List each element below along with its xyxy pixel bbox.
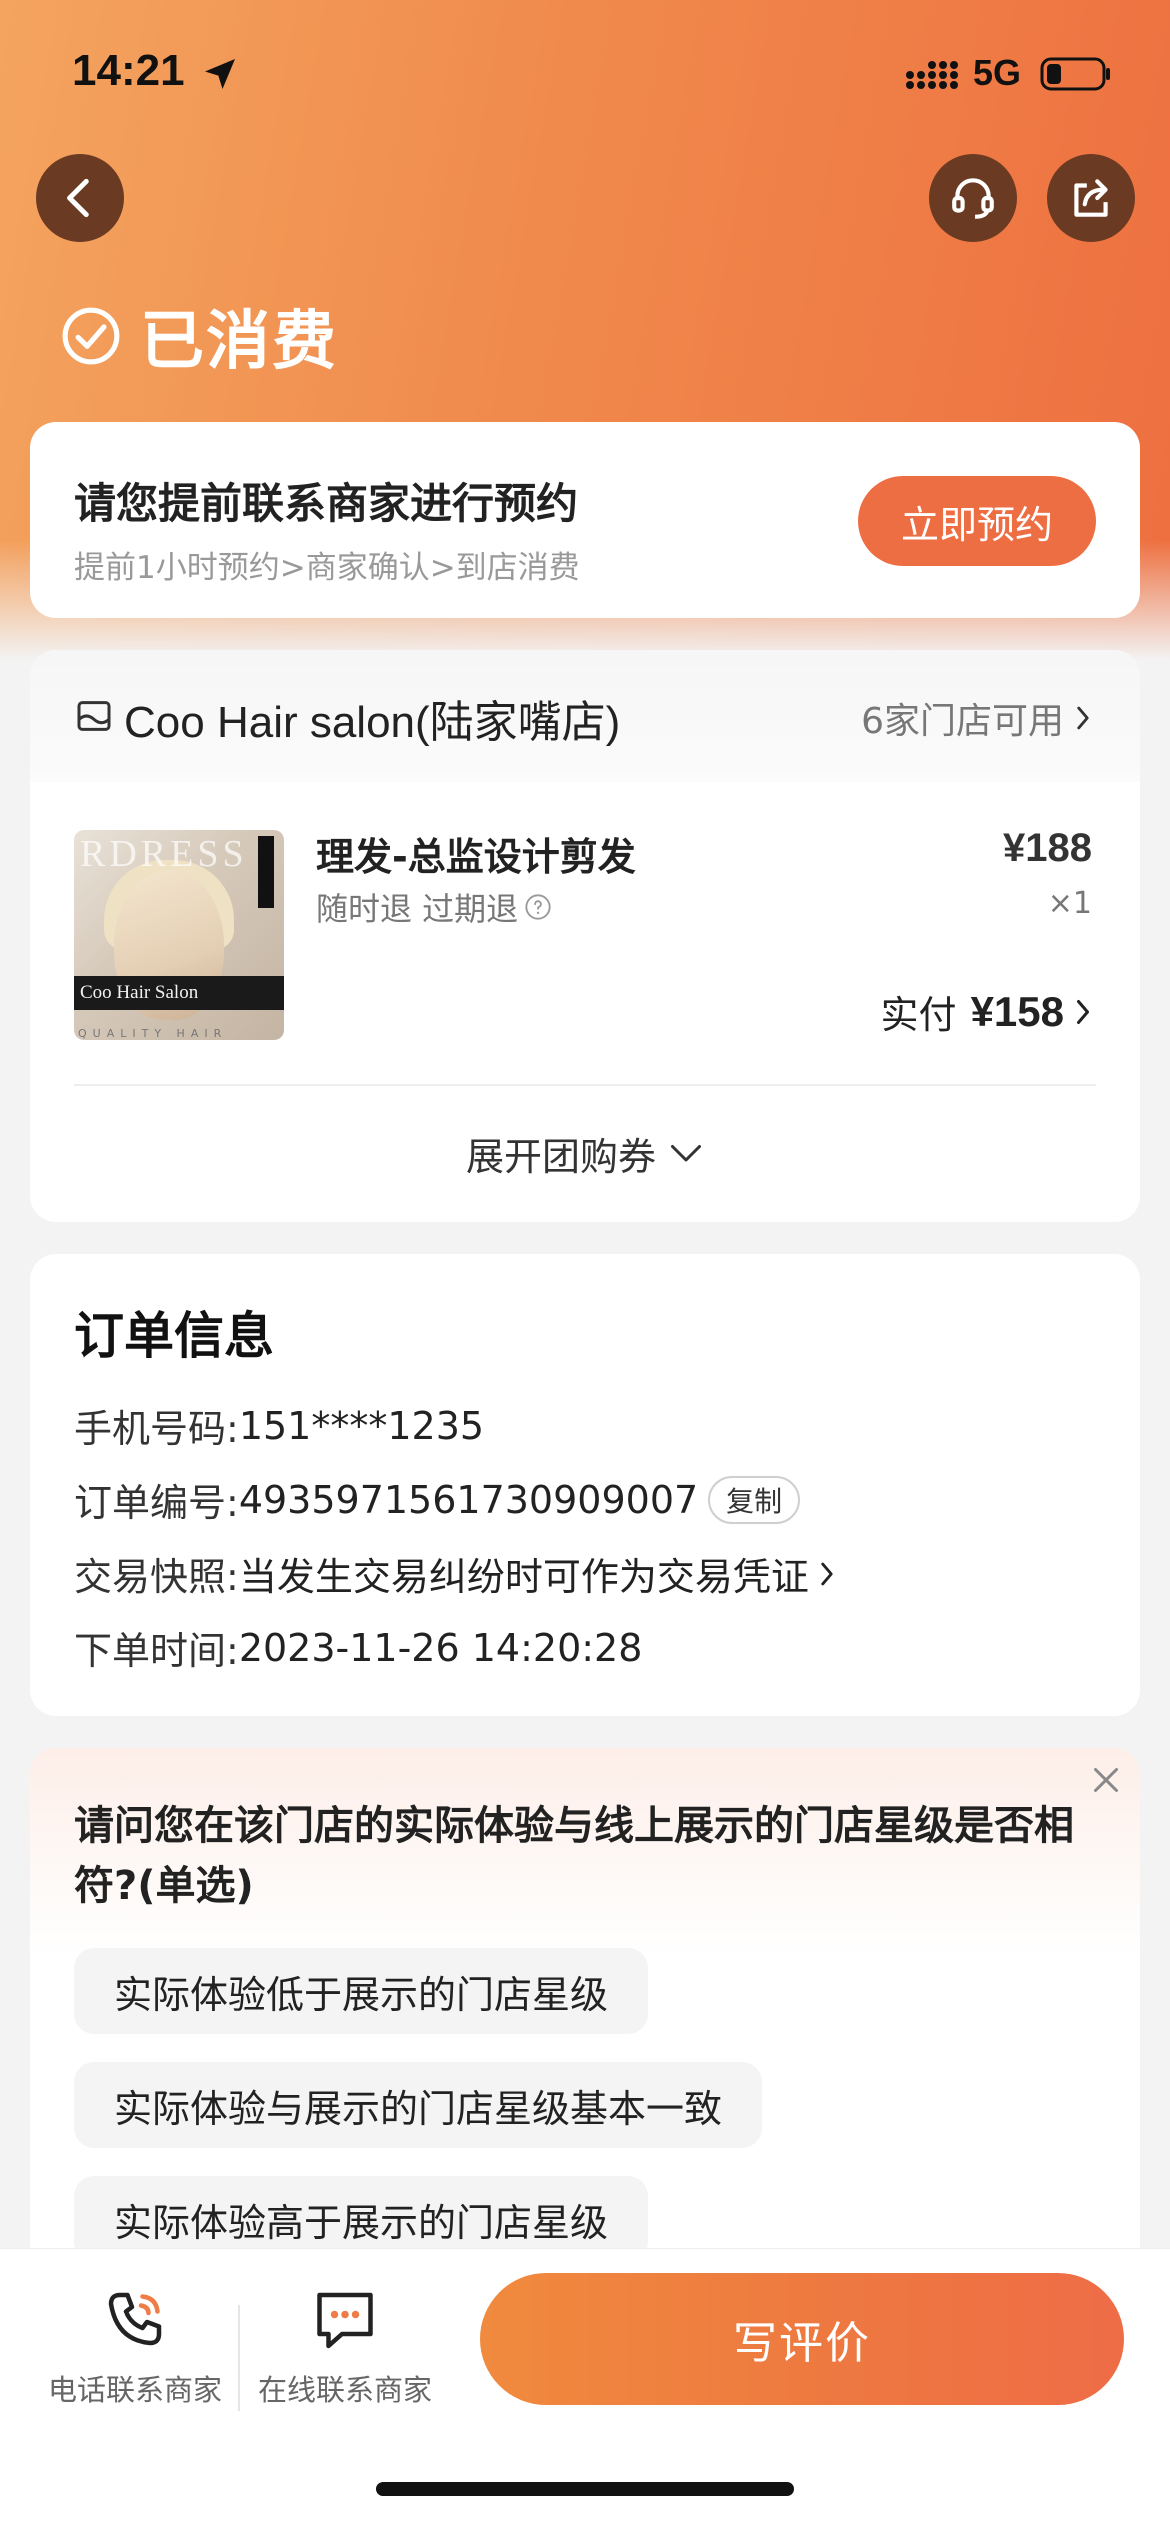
chat-merchant-label: 在线联系商家 xyxy=(257,2373,432,2407)
order-number-value: 4935971561730909007 xyxy=(238,1477,699,1522)
order-number-key: 订单编号: xyxy=(74,1481,239,1525)
shop-header[interactable]: Coo Hair salon(陆家嘴店) 6家门店可用 xyxy=(30,650,1140,782)
refund-policy: 随时退 过期退 xyxy=(316,884,552,930)
order-time-key: 下单时间: xyxy=(74,1629,239,1673)
status-time: 14:21 xyxy=(72,46,185,95)
survey-option[interactable]: 实际体验与展示的门店星级基本一致 xyxy=(74,2062,763,2148)
reservation-card: 请您提前联系商家进行预约 提前1小时预约>商家确认>到店消费 立即预约 xyxy=(30,422,1140,618)
order-time-value: 2023-11-26 14:20:28 xyxy=(238,1625,643,1670)
refund-policy-label: 随时退 过期退 xyxy=(316,890,519,928)
chevron-right-icon xyxy=(821,1562,833,1585)
phone-icon xyxy=(108,2292,162,2346)
thumbnail-tagline: QUALITY HAIR xyxy=(78,1027,228,1040)
survey-option[interactable]: 实际体验低于展示的门店星级 xyxy=(74,1948,649,2034)
phone-merchant-button[interactable]: 电话联系商家 xyxy=(42,2283,228,2409)
thumbnail-watermark: RDRESS xyxy=(80,833,248,875)
reservation-title: 请您提前联系商家进行预约 xyxy=(74,479,579,528)
survey-card: 请问您在该门店的实际体验与线上展示的门店星级是否相符?(单选) 实际体验低于展示… xyxy=(30,1748,1140,2268)
chevron-right-icon xyxy=(1077,999,1089,1024)
home-indicator[interactable] xyxy=(376,2482,794,2496)
chat-icon xyxy=(317,2292,373,2349)
write-review-button[interactable]: 写评价 xyxy=(480,2273,1124,2405)
expand-vouchers-button[interactable]: 展开团购券 xyxy=(30,1126,1140,1181)
product-thumbnail[interactable]: RDRESS Coo Hair Salon QUALITY HAIR xyxy=(74,830,284,1040)
customer-service-button[interactable] xyxy=(929,154,1017,242)
back-button[interactable] xyxy=(36,154,124,242)
check-circle-icon xyxy=(62,307,120,365)
product-card: Coo Hair salon(陆家嘴店) 6家门店可用 RDRESS Coo H… xyxy=(30,650,1140,1222)
product-quantity: ×1 xyxy=(1047,886,1092,921)
reserve-now-button[interactable]: 立即预约 xyxy=(858,476,1096,566)
order-time-row: 下单时间: 2023-11-26 14:20:28 xyxy=(74,1620,642,1675)
back-icon xyxy=(67,178,89,218)
phone-value: 151****1235 xyxy=(238,1403,485,1448)
paid-amount: ¥158 xyxy=(970,987,1064,1035)
thumbnail-banner: Coo Hair Salon xyxy=(74,976,284,1010)
shop-icon xyxy=(77,701,111,731)
location-arrow-icon xyxy=(205,59,235,89)
chat-merchant-button[interactable]: 在线联系商家 xyxy=(250,2283,440,2409)
phone-key: 手机号码: xyxy=(74,1407,239,1451)
phone-row: 手机号码: 151****1235 xyxy=(74,1398,484,1453)
question-icon[interactable] xyxy=(524,893,552,921)
network-type: 5G xyxy=(973,52,1022,93)
order-state: 已消费 xyxy=(60,296,338,379)
signal-icon xyxy=(906,61,958,89)
trade-snapshot-value: 当发生交易纠纷时可作为交易凭证 xyxy=(238,1555,809,1599)
copy-button[interactable]: 复制 xyxy=(708,1475,801,1524)
status-bar: 14:21 5G xyxy=(0,40,1170,110)
thumbnail-black-bar xyxy=(258,836,274,908)
paid-label: 实付 xyxy=(880,993,957,1037)
divider xyxy=(238,2305,240,2411)
paid-amount-link[interactable]: 实付 ¥158 xyxy=(881,984,1096,1039)
customer-service-icon xyxy=(952,178,994,219)
stores-available-label: 6家门店可用 xyxy=(861,701,1064,742)
shop-name[interactable]: Coo Hair salon(陆家嘴店) xyxy=(124,686,620,750)
expand-vouchers-label: 展开团购券 xyxy=(465,1135,656,1179)
order-info-card: 订单信息 手机号码: 151****1235 订单编号: 49359715617… xyxy=(30,1254,1140,1716)
trade-snapshot-row[interactable]: 交易快照: 当发生交易纠纷时可作为交易凭证 xyxy=(74,1546,839,1601)
battery-icon xyxy=(1040,57,1110,91)
order-detail-page: 14:21 5G 已消费 请您提前联系商家进行预约 提前1小时预约>商家确认>到… xyxy=(0,0,1170,2532)
stores-available-link[interactable]: 6家门店可用 xyxy=(861,692,1096,744)
chevron-right-icon xyxy=(1077,706,1089,730)
order-info-title: 订单信息 xyxy=(74,1307,274,1365)
order-number-row: 订单编号: 4935971561730909007 复制 xyxy=(74,1472,801,1527)
share-button[interactable] xyxy=(1047,154,1135,242)
close-icon[interactable] xyxy=(1088,1762,1124,1798)
product-price: ¥188 xyxy=(1003,826,1092,870)
divider xyxy=(74,1084,1096,1086)
phone-merchant-label: 电话联系商家 xyxy=(47,2373,222,2407)
order-state-label: 已消费 xyxy=(140,305,338,379)
share-icon xyxy=(1074,179,1108,217)
trade-snapshot-key: 交易快照: xyxy=(74,1555,239,1599)
survey-question: 请问您在该门店的实际体验与线上展示的门店星级是否相符?(单选) xyxy=(74,1803,1074,1909)
reservation-subtitle: 提前1小时预约>商家确认>到店消费 xyxy=(74,550,580,586)
product-name: 理发-总监设计剪发 xyxy=(316,835,636,879)
chevron-down-icon xyxy=(671,1144,701,1161)
